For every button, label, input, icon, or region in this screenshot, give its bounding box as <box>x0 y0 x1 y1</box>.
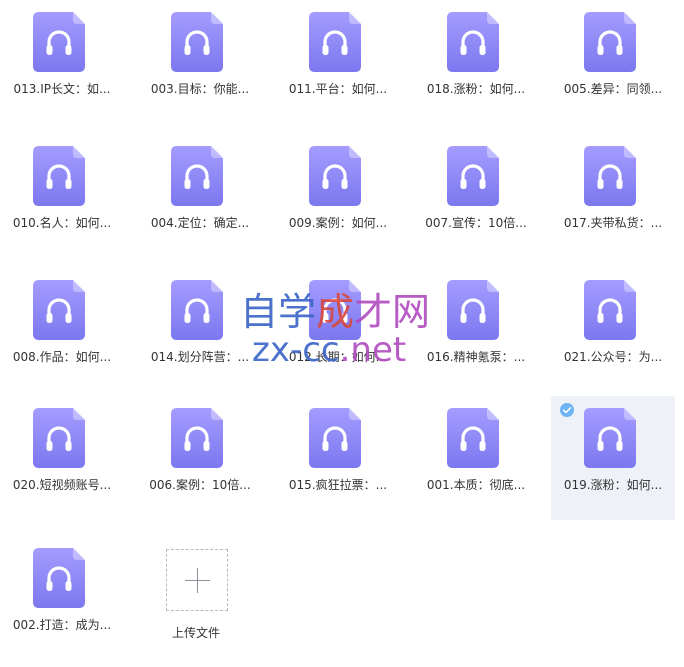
checkmark-icon[interactable] <box>560 403 574 417</box>
audio-file-icon <box>33 408 85 468</box>
audio-file-icon <box>447 12 499 72</box>
file-item[interactable]: 003.目标：你能... <box>138 0 262 124</box>
audio-file-icon <box>584 280 636 340</box>
file-name: 002.打造：成为... <box>12 618 112 632</box>
file-item[interactable]: 010.名人：如何... <box>0 134 124 258</box>
file-item[interactable]: 018.涨粉：如何... <box>414 0 538 124</box>
file-name: 010.名人：如何... <box>12 216 112 230</box>
file-item[interactable]: 011.平台：如何... <box>276 0 400 124</box>
file-name: 006.案例：10倍... <box>149 478 251 492</box>
audio-file-icon <box>309 280 361 340</box>
file-name: 018.涨粉：如何... <box>426 82 526 96</box>
audio-file-icon <box>171 12 223 72</box>
upload-label: 上传文件 <box>171 626 220 640</box>
file-item[interactable]: 005.差异：同领... <box>551 0 675 124</box>
file-name: 007.宣传：10倍... <box>425 216 527 230</box>
audio-file-icon <box>33 146 85 206</box>
audio-file-icon <box>171 146 223 206</box>
file-name: 001.本质：彻底... <box>426 478 526 492</box>
file-name: 012.长期：如何... <box>288 350 388 364</box>
file-name: 004.定位：确定... <box>150 216 250 230</box>
file-name: 005.差异：同领... <box>563 82 663 96</box>
file-item[interactable]: 012.长期：如何... <box>276 268 400 392</box>
file-name: 013.IP长文：如... <box>13 82 111 96</box>
audio-file-icon <box>171 408 223 468</box>
file-name: 017.夹带私货：... <box>563 216 663 230</box>
file-name: 020.短视频账号... <box>12 478 112 492</box>
audio-file-icon <box>584 408 636 468</box>
audio-file-icon <box>33 12 85 72</box>
file-item[interactable]: 013.IP长文：如... <box>0 0 124 124</box>
file-item[interactable]: 006.案例：10倍... <box>138 396 262 520</box>
file-item[interactable]: 007.宣传：10倍... <box>414 134 538 258</box>
audio-file-icon <box>309 408 361 468</box>
audio-file-icon <box>171 280 223 340</box>
audio-file-icon <box>447 146 499 206</box>
file-name: 019.涨粉：如何... <box>563 478 663 492</box>
upload-tile: 上传文件 <box>134 546 258 656</box>
plus-icon-vertical <box>197 568 198 593</box>
file-item[interactable]: 014.划分阵营：... <box>138 268 262 392</box>
file-item[interactable]: 015.疯狂拉票：... <box>276 396 400 520</box>
file-item[interactable]: 017.夹带私货：... <box>551 134 675 258</box>
audio-file-icon <box>309 12 361 72</box>
audio-file-icon <box>33 280 85 340</box>
file-grid: 013.IP长文：如... 003.目标：你能... 011.平台：如何... 018… <box>0 0 684 667</box>
file-name: 015.疯狂拉票：... <box>288 478 388 492</box>
file-name: 008.作品：如何... <box>12 350 112 364</box>
file-item[interactable]: 002.打造：成为... <box>0 536 124 660</box>
file-item[interactable]: 008.作品：如何... <box>0 268 124 392</box>
file-item[interactable]: 019.涨粉：如何... <box>551 396 675 520</box>
file-name: 014.划分阵营：... <box>150 350 250 364</box>
file-item[interactable]: 009.案例：如何... <box>276 134 400 258</box>
file-name: 003.目标：你能... <box>150 82 250 96</box>
upload-button[interactable] <box>166 549 228 611</box>
audio-file-icon <box>33 548 85 608</box>
audio-file-icon <box>584 146 636 206</box>
audio-file-icon <box>447 408 499 468</box>
audio-file-icon <box>309 146 361 206</box>
file-name: 009.案例：如何... <box>288 216 388 230</box>
file-item[interactable]: 021.公众号：为... <box>551 268 675 392</box>
file-item[interactable]: 020.短视频账号... <box>0 396 124 520</box>
file-name: 016.精神氪泵：... <box>426 350 526 364</box>
file-name: 011.平台：如何... <box>288 82 388 96</box>
file-item[interactable]: 016.精神氪泵：... <box>414 268 538 392</box>
audio-file-icon <box>584 12 636 72</box>
file-name: 021.公众号：为... <box>563 350 663 364</box>
file-item[interactable]: 001.本质：彻底... <box>414 396 538 520</box>
file-item[interactable]: 004.定位：确定... <box>138 134 262 258</box>
audio-file-icon <box>447 280 499 340</box>
